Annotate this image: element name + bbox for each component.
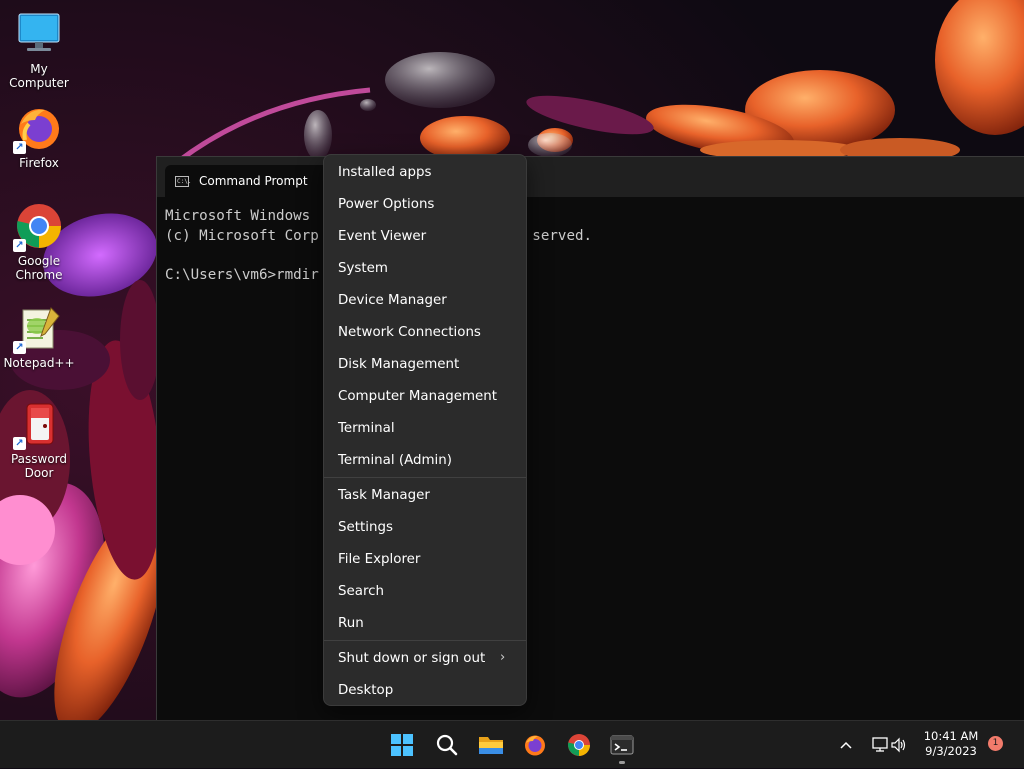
taskbar-terminal-button[interactable] [602, 725, 642, 765]
shortcut-arrow-icon: ↗ [13, 341, 26, 354]
taskbar-search-button[interactable] [427, 725, 467, 765]
menu-item-computer-management[interactable]: Computer Management [328, 381, 522, 411]
file-explorer-icon [479, 737, 503, 754]
chrome-icon [567, 734, 590, 756]
menu-item-file-explorer[interactable]: File Explorer [328, 544, 522, 574]
menu-item-terminal[interactable]: Terminal [328, 413, 522, 443]
menu-item-desktop[interactable]: Desktop [328, 675, 522, 705]
desktop-icon-label: Firefox [19, 156, 59, 170]
terminal-icon [610, 735, 634, 755]
desktop-icon-label: My Computer [9, 62, 69, 90]
volume-icon [891, 737, 906, 753]
menu-item-system[interactable]: System [328, 253, 522, 283]
tab-command-prompt[interactable]: C:\. Command Prompt [165, 165, 335, 197]
start-icon [391, 734, 413, 756]
start-button[interactable] [382, 725, 422, 765]
desktop-icon-label: Password Door [10, 452, 68, 480]
desktop-icon-password-door[interactable]: ↗ Password Door [0, 400, 78, 480]
shortcut-arrow-icon: ↗ [13, 141, 26, 154]
cmd-icon: C:\. [175, 175, 192, 187]
shortcut-arrow-icon: ↗ [13, 239, 26, 252]
password-door-icon: ↗ [13, 400, 63, 450]
firefox-icon [525, 735, 545, 756]
show-hidden-icons-button[interactable] [834, 721, 858, 769]
desktop-icon-label: Notepad++ [3, 356, 75, 370]
firefox-icon: ↗ [13, 104, 63, 154]
notepadpp-icon: ↗ [13, 304, 63, 354]
menu-separator [324, 477, 526, 478]
menu-item-search[interactable]: Search [328, 576, 522, 606]
taskbar-clock[interactable]: 10:41 AM 9/3/2023 [916, 729, 986, 759]
menu-item-device-manager[interactable]: Device Manager [328, 285, 522, 315]
menu-item-label: Shut down or sign out [338, 650, 486, 666]
clock-date: 9/3/2023 [925, 744, 977, 758]
chevron-up-icon [840, 741, 852, 749]
menu-item-shut-down-or-sign-out[interactable]: Shut down or sign out › [328, 643, 522, 673]
quick-settings-button[interactable] [866, 721, 912, 769]
menu-item-power-options[interactable]: Power Options [328, 189, 522, 219]
desktop-icon-notepadpp[interactable]: ↗ Notepad++ [0, 304, 78, 370]
taskbar-chrome-button[interactable] [559, 725, 599, 765]
desktop-icon-google-chrome[interactable]: ↗ Google Chrome [0, 202, 78, 282]
menu-item-settings[interactable]: Settings [328, 512, 522, 542]
tab-title: Command Prompt [199, 174, 308, 188]
menu-item-event-viewer[interactable]: Event Viewer [328, 221, 522, 251]
command-prompt-window[interactable]: C:\. Command Prompt Microsoft Windows (c)… [156, 156, 1024, 721]
console-line: (c) Microsoft Corp served. [165, 227, 593, 244]
clock-time: 10:41 AM [923, 729, 979, 743]
taskbar-firefox-button[interactable] [515, 725, 555, 765]
running-app-indicator [619, 761, 625, 764]
taskbar-file-explorer-button[interactable] [471, 725, 511, 765]
chevron-right-icon: › [500, 650, 506, 665]
menu-item-task-manager[interactable]: Task Manager [328, 480, 522, 510]
menu-item-terminal-admin[interactable]: Terminal (Admin) [328, 445, 522, 475]
window-titlebar[interactable]: C:\. Command Prompt [157, 157, 1024, 197]
notification-badge[interactable]: 1 [988, 736, 1003, 751]
desktop-icon-label: Google Chrome [15, 254, 63, 282]
search-icon [436, 734, 458, 756]
menu-item-disk-management[interactable]: Disk Management [328, 349, 522, 379]
chrome-icon: ↗ [13, 202, 63, 252]
desktop-icon-my-computer[interactable]: My Computer [0, 10, 78, 90]
network-icon [872, 737, 888, 752]
shortcut-arrow-icon: ↗ [13, 437, 26, 450]
taskbar: 10:41 AM 9/3/2023 [0, 720, 1024, 768]
console-prompt-line: C:\Users\vm6>rmdir [165, 266, 319, 283]
menu-item-network-connections[interactable]: Network Connections [328, 317, 522, 347]
desktop-icon-firefox[interactable]: ↗ Firefox [0, 104, 78, 170]
console-output[interactable]: Microsoft Windows (c) Microsoft Corp serv… [165, 207, 1015, 721]
menu-item-installed-apps[interactable]: Installed apps [328, 157, 522, 187]
monitor-icon [15, 10, 63, 58]
menu-item-run[interactable]: Run [328, 608, 522, 638]
console-line: Microsoft Windows [165, 208, 311, 224]
menu-separator [324, 640, 526, 641]
quick-link-menu: Installed apps Power Options Event Viewe… [323, 154, 527, 706]
